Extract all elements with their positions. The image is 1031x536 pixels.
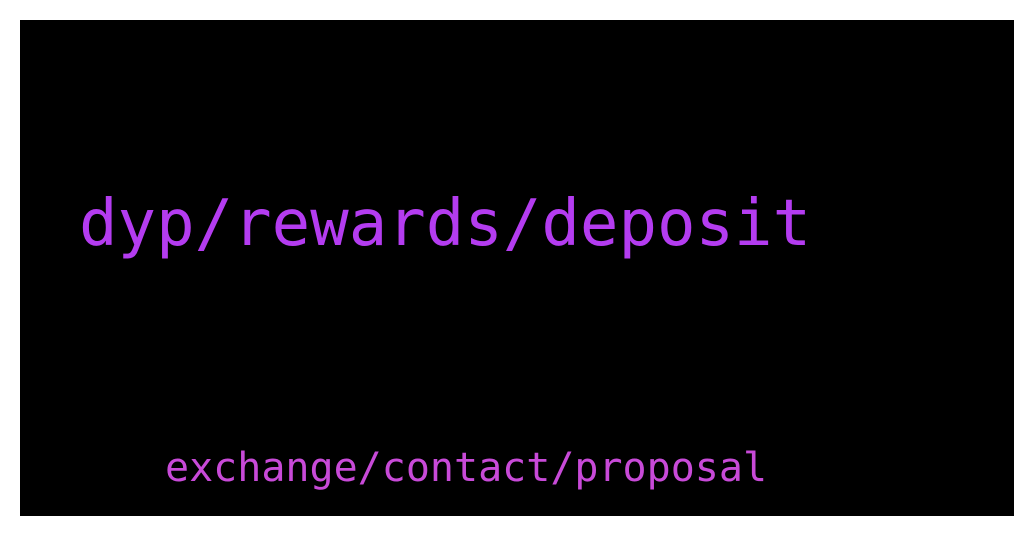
primary-path-text: dyp/rewards/deposit xyxy=(79,187,812,261)
black-canvas: dyp/rewards/deposit exchange/contact/pro… xyxy=(20,20,1014,516)
secondary-path-text: exchange/contact/proposal xyxy=(165,445,768,491)
